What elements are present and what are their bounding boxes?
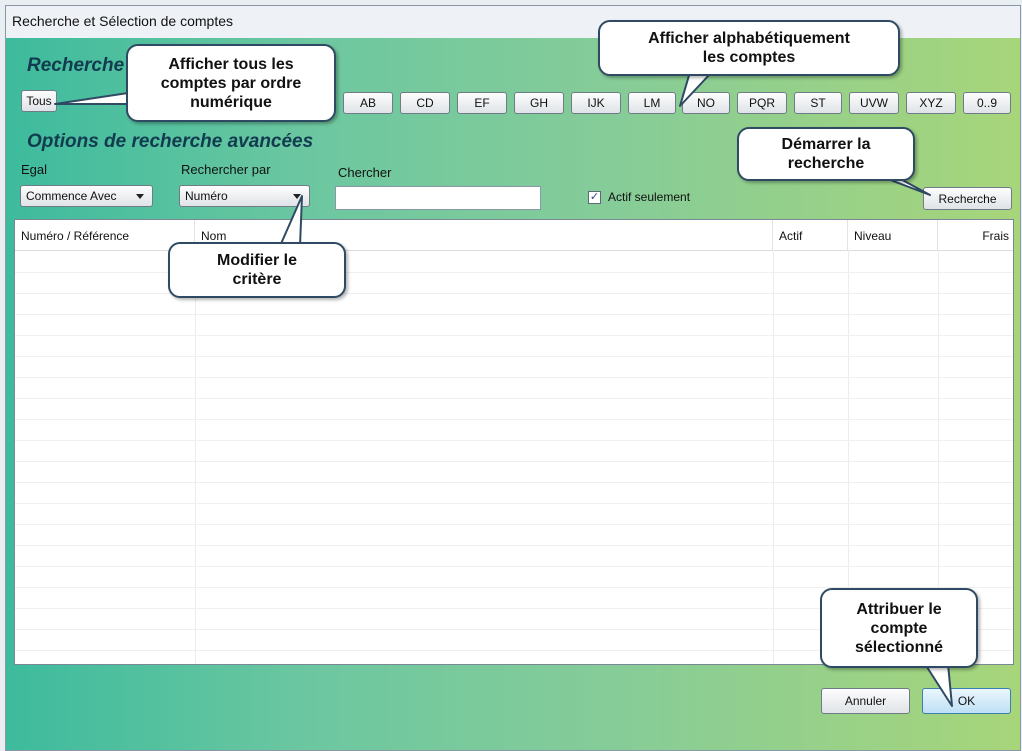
search-button[interactable]: Recherche (923, 187, 1012, 210)
ok-button[interactable]: OK (922, 688, 1011, 714)
callout-modify-criteria-text: Modifier le critère (216, 252, 297, 288)
table-row (15, 482, 1013, 483)
letter-button-cd[interactable]: CD (400, 92, 450, 114)
search-input[interactable] (335, 186, 541, 210)
advanced-options-title: Options de recherche avancées (27, 131, 314, 152)
letter-button-st[interactable]: ST (794, 92, 842, 114)
cancel-button[interactable]: Annuler (821, 688, 910, 714)
callout-start-search: Démarrer la recherche (737, 127, 915, 181)
table-row (15, 314, 1013, 315)
letter-button-0-9[interactable]: 0..9 (963, 92, 1011, 114)
table-row (15, 398, 1013, 399)
callout-show-all-text: Afficher tous les comptes par ordre numé… (160, 55, 302, 111)
table-row (15, 524, 1013, 525)
letter-button-ijk[interactable]: IJK (571, 92, 621, 114)
table-row (15, 272, 1013, 273)
table-header: Numéro / Référence Nom Actif Niveau Frai… (15, 220, 1013, 251)
column-header-level[interactable]: Niveau (848, 220, 938, 250)
column-header-number[interactable]: Numéro / Référence (15, 220, 195, 250)
letter-button-lm[interactable]: LM (628, 92, 676, 114)
searchby-dropdown-value: Numéro (185, 189, 228, 203)
callout-modify-criteria: Modifier le critère (168, 242, 346, 298)
callout-start-search-text: Démarrer la recherche (781, 136, 871, 172)
chevron-down-icon (136, 194, 144, 199)
active-only-checkbox[interactable]: ✓ (588, 191, 601, 204)
table-row (15, 335, 1013, 336)
table-row (15, 461, 1013, 462)
searchby-label: Rechercher par (181, 162, 271, 177)
letter-button-ef[interactable]: EF (457, 92, 507, 114)
column-header-fees[interactable]: Frais (938, 220, 1013, 250)
letter-button-gh[interactable]: GH (514, 92, 564, 114)
equal-dropdown[interactable]: Commence Avec (20, 185, 153, 207)
equal-label: Egal (21, 162, 48, 177)
table-row (15, 293, 1013, 294)
letter-button-xyz[interactable]: XYZ (906, 92, 956, 114)
letter-button-uvw[interactable]: UVW (849, 92, 899, 114)
letter-button-pqr[interactable]: PQR (737, 92, 787, 114)
callout-assign-account: Attribuer le compte sélectionné (820, 588, 978, 668)
equal-dropdown-value: Commence Avec (26, 189, 117, 203)
search-section-title: Recherche (27, 55, 125, 76)
callout-assign-account-text: Attribuer le compte sélectionné (854, 600, 944, 656)
table-row (15, 356, 1013, 357)
table-row (15, 566, 1013, 567)
table-row (15, 545, 1013, 546)
column-header-active[interactable]: Actif (773, 220, 848, 250)
callout-show-all: Afficher tous les comptes par ordre numé… (126, 44, 336, 122)
searchby-dropdown[interactable]: Numéro (179, 185, 310, 207)
chevron-down-icon (293, 194, 301, 199)
callout-alphabetical-text: Afficher alphabétiquement les comptes (648, 30, 850, 66)
letter-button-no[interactable]: NO (682, 92, 730, 114)
column-divider (773, 250, 774, 664)
table-row (15, 503, 1013, 504)
table-row (15, 440, 1013, 441)
table-row (15, 377, 1013, 378)
table-row (15, 419, 1013, 420)
letter-button-ab[interactable]: AB (343, 92, 393, 114)
all-accounts-button[interactable]: Tous (21, 90, 57, 112)
column-divider (195, 250, 196, 664)
search-label: Chercher (338, 165, 392, 180)
callout-alphabetical: Afficher alphabétiquement les comptes (598, 20, 900, 76)
active-only-label: Actif seulement (608, 190, 691, 204)
